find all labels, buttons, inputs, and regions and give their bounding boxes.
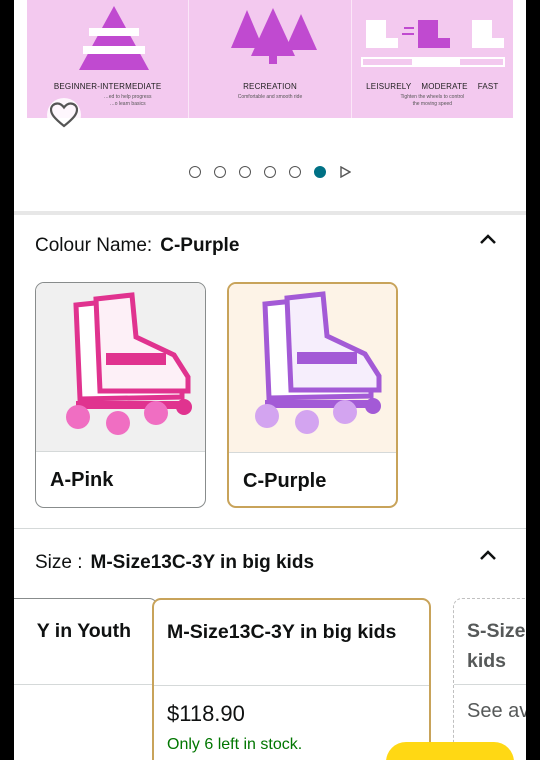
purple-skate-image <box>229 284 396 452</box>
skates-speed-icon <box>360 20 505 67</box>
skate-type-sub: Comfortable and smooth ride <box>237 94 303 100</box>
product-info-banner[interactable]: BEGINNER-INTERMEDIATE …ed to help progre… <box>27 0 513 118</box>
carousel-dot-4[interactable] <box>264 166 276 178</box>
product-page: BEGINNER-INTERMEDIATE …ed to help progre… <box>14 0 526 760</box>
carousel-dot-1[interactable] <box>189 166 201 178</box>
colour-selected-value: C-Purple <box>160 235 240 256</box>
size-divider <box>14 684 157 685</box>
trees-icon <box>231 8 318 64</box>
skate-type-label: RECREATION <box>243 82 297 91</box>
size-option-price: $118.90 <box>167 701 245 726</box>
colour-option-a-pink[interactable]: A-Pink <box>35 282 206 508</box>
speed-leisurely-label: LEISURELY <box>366 82 412 91</box>
pink-roller-skate-icon <box>66 292 192 435</box>
play-video-icon[interactable] <box>339 166 351 178</box>
size-option-name: M-Size13C-3Y in big kids <box>167 621 397 643</box>
size-label: Size : <box>35 552 83 573</box>
section-divider <box>14 528 526 529</box>
size-divider <box>154 685 429 686</box>
size-option-m-size13c-3y[interactable]: M-Size13C-3Y in big kids $118.90 Only 6 … <box>152 598 431 760</box>
collapse-colour-chevron-icon[interactable] <box>478 232 498 246</box>
skate-type-panel: RECREATION Comfortable and smooth ride <box>188 0 350 118</box>
image-carousel-dots <box>14 166 526 178</box>
skill-range-label: BEGINNER-INTERMEDIATE <box>53 82 162 91</box>
add-to-cart-button[interactable] <box>386 742 514 760</box>
size-heading: Size : M-Size13C-3Y in big kids <box>35 552 314 574</box>
size-option-name: S-Size kids <box>467 620 526 672</box>
swatch-divider <box>36 451 205 452</box>
section-divider <box>14 211 526 215</box>
size-option-s-size[interactable]: S-Size kids See av <box>453 598 526 760</box>
speed-moderate-label: MODERATE <box>421 82 468 91</box>
colour-option-c-purple[interactable]: C-Purple <box>227 282 398 508</box>
size-divider <box>454 684 526 685</box>
colour-label: Colour Name: <box>35 235 153 256</box>
pink-skate-image <box>36 283 205 451</box>
wishlist-heart-button[interactable] <box>47 98 81 132</box>
carousel-dot-5[interactable] <box>289 166 301 178</box>
speed-panel: LEISURELY MODERATE FAST Tighten the whee… <box>350 0 513 118</box>
colour-heading: Colour Name: C-Purple <box>35 235 239 257</box>
swatch-divider <box>229 452 396 453</box>
skill-range-panel: BEGINNER-INTERMEDIATE …ed to help progre… <box>27 0 188 118</box>
stock-status: Only 6 left in stock. <box>167 736 303 753</box>
size-selected-value: M-Size13C-3Y in big kids <box>90 552 315 573</box>
heart-icon <box>50 102 78 128</box>
carousel-dot-3[interactable] <box>239 166 251 178</box>
speed-sub: Tighten the wheels to control the moving… <box>400 94 465 107</box>
see-availability-link[interactable]: See av <box>467 700 526 723</box>
speed-fast-label: FAST <box>477 82 499 91</box>
pyramid-icon <box>79 6 149 70</box>
purple-roller-skate-icon <box>255 291 382 434</box>
skill-range-sub: …ed to help progress …o learn basics <box>103 94 152 107</box>
size-option-youth[interactable]: Y in Youth <box>14 598 158 760</box>
speed-labels: LEISURELY MODERATE FAST <box>352 82 513 91</box>
colour-option-label: A-Pink <box>50 469 114 491</box>
carousel-dot-2[interactable] <box>214 166 226 178</box>
carousel-dot-6[interactable] <box>314 166 326 178</box>
size-option-name: Y in Youth <box>36 620 131 642</box>
colour-option-label: C-Purple <box>243 470 327 492</box>
collapse-size-chevron-icon[interactable] <box>478 548 498 562</box>
